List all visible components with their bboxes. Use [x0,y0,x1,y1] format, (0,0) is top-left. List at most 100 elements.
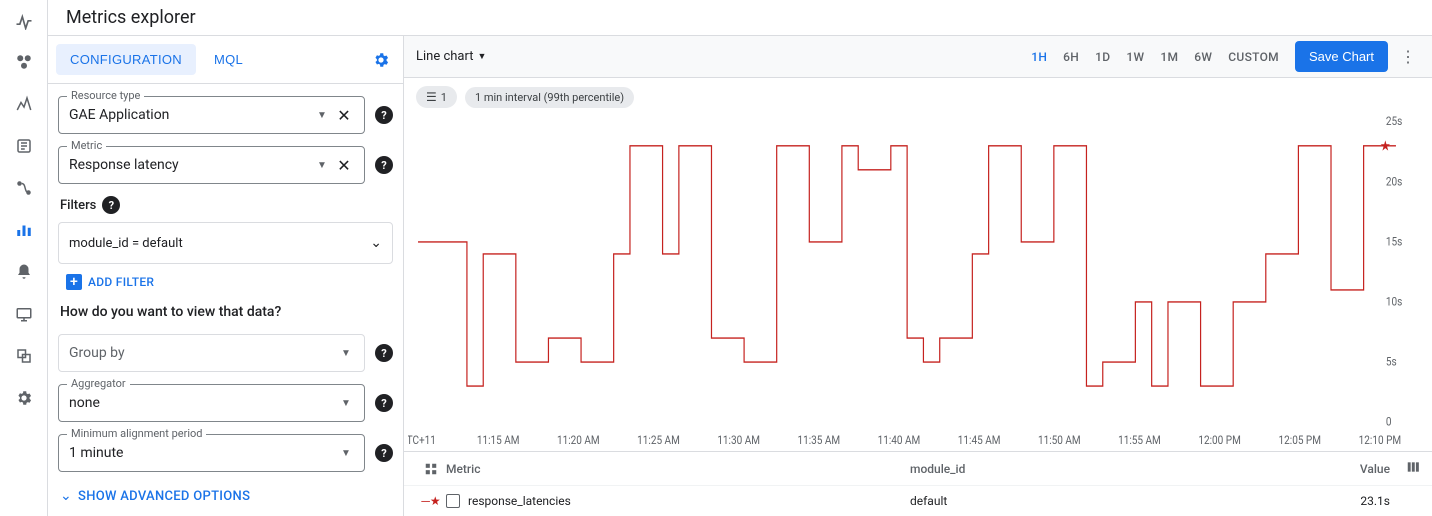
more-menu-icon[interactable]: ⋮ [1396,47,1420,66]
group-by-select[interactable]: Group by ▼ [58,334,365,372]
legend-row-value: 23.1s [1330,494,1390,508]
view-question: How do you want to view that data? [60,304,393,320]
nav-uptime-icon[interactable] [12,302,36,326]
caret-down-icon: ▼ [336,348,356,359]
aggregator-select[interactable]: Aggregator none ▼ [58,384,365,422]
time-range-custom[interactable]: CUSTOM [1220,44,1287,70]
svg-text:12:00 PM: 12:00 PM [1198,433,1240,447]
tab-mql[interactable]: MQL [200,44,257,75]
time-range-1d[interactable]: 1D [1087,44,1118,70]
time-range-1m[interactable]: 1M [1152,44,1186,70]
svg-text:12:05 PM: 12:05 PM [1279,433,1321,447]
filter-text: module_id = default [69,236,183,251]
help-icon[interactable]: ? [102,196,120,214]
alignment-select[interactable]: Minimum alignment period 1 minute ▼ [58,434,365,472]
page-title: Metrics explorer [48,0,1432,36]
filter-count-chip[interactable]: ☰ 1 [416,86,457,108]
svg-text:11:30 AM: 11:30 AM [717,433,760,447]
nav-dashboards-icon[interactable] [12,92,36,116]
chart-plot: 0 5s 10s 15s 20s 25s UTC+11 11:15 AM 11:20 AM 11:… [408,116,1420,451]
legend-row[interactable]: ─★ response_latencies default 23.1s [404,485,1432,516]
nav-services-icon[interactable] [12,134,36,158]
svg-text:UTC+11: UTC+11 [408,433,436,447]
save-chart-button[interactable]: Save Chart [1295,41,1388,72]
help-icon[interactable]: ? [375,156,393,174]
time-range-1w[interactable]: 1W [1118,44,1152,70]
svg-text:0: 0 [1386,415,1392,429]
svg-text:11:50 AM: 11:50 AM [1038,433,1081,447]
metric-value: Response latency [69,157,312,173]
group-by-label: Group by [69,345,336,361]
nav-overview-icon[interactable] [12,50,36,74]
metric-select[interactable]: Metric Response latency ▼ ✕ [58,146,365,184]
alignment-label: Minimum alignment period [67,427,206,440]
time-range-6w[interactable]: 6W [1186,44,1220,70]
chart-area: Line chart ▼ 1H6H1D1W1M6WCUSTOM Save Cha… [404,36,1432,516]
svg-text:20s: 20s [1386,175,1403,189]
svg-text:11:45 AM: 11:45 AM [958,433,1001,447]
svg-text:11:15 AM: 11:15 AM [477,433,520,447]
svg-text:11:25 AM: 11:25 AM [637,433,680,447]
caret-down-icon: ▼ [312,110,332,121]
legend-header-value[interactable]: Value [1330,462,1390,476]
svg-text:11:20 AM: 11:20 AM [557,433,600,447]
svg-text:25s: 25s [1386,116,1403,128]
svg-text:11:55 AM: 11:55 AM [1118,433,1161,447]
nav-settings-icon[interactable] [12,386,36,410]
nav-alerting-icon[interactable] [12,260,36,284]
columns-icon[interactable] [1390,460,1420,477]
svg-text:5s: 5s [1386,355,1397,369]
add-filter-button[interactable]: + ADD FILTER [66,274,393,290]
filters-label: Filters ? [60,196,393,214]
svg-text:12:10 PM: 12:10 PM [1359,433,1401,447]
legend-row-module: default [910,494,1330,508]
resource-type-value: GAE Application [69,107,312,123]
config-settings-icon[interactable] [367,46,395,74]
chevron-down-icon: ⌄ [370,235,382,251]
nav-slo-icon[interactable] [12,176,36,200]
help-icon[interactable]: ? [375,106,393,124]
series-checkbox[interactable] [446,494,460,508]
legend-table: Metric module_id Value ─★ response_laten… [404,451,1432,516]
legend-header-metric[interactable]: Metric [446,462,910,476]
legend-row-metric: response_latencies [468,494,910,508]
metric-label: Metric [67,139,106,152]
show-advanced-button[interactable]: ⌄ SHOW ADVANCED OPTIONS [60,488,393,504]
svg-text:★: ★ [1380,139,1391,155]
help-icon[interactable]: ? [375,444,393,462]
config-panel: CONFIGURATION MQL Resource type GAE Appl… [48,36,404,516]
plus-icon: + [66,274,82,290]
clear-resource-icon[interactable]: ✕ [332,106,356,125]
time-range-1h[interactable]: 1H [1023,44,1055,70]
funnel-icon: ☰ [426,90,437,104]
caret-down-icon: ▼ [336,448,356,459]
nav-monitoring-icon[interactable] [12,8,36,32]
series-marker-icon: ─★ [416,494,446,508]
aggregator-value: none [69,395,336,411]
svg-text:10s: 10s [1386,295,1403,309]
svg-text:11:35 AM: 11:35 AM [797,433,840,447]
svg-text:11:40 AM: 11:40 AM [878,433,921,447]
filter-item[interactable]: module_id = default ⌄ [58,222,393,264]
metric-header-icon [416,462,446,476]
legend-header-module[interactable]: module_id [910,462,1330,476]
caret-down-icon: ▼ [477,51,486,62]
time-range-6h[interactable]: 6H [1055,44,1087,70]
help-icon[interactable]: ? [375,394,393,412]
chevron-down-icon: ⌄ [60,488,72,504]
clear-metric-icon[interactable]: ✕ [332,156,356,175]
chart-type-select[interactable]: Line chart ▼ [416,49,486,64]
svg-text:15s: 15s [1386,235,1403,249]
resource-type-select[interactable]: Resource type GAE Application ▼ ✕ [58,96,365,134]
side-nav [0,0,48,516]
alignment-value: 1 minute [69,445,336,461]
nav-groups-icon[interactable] [12,344,36,368]
interval-chip[interactable]: 1 min interval (99th percentile) [465,87,634,108]
resource-type-label: Resource type [67,89,144,102]
caret-down-icon: ▼ [312,160,332,171]
nav-metrics-icon[interactable] [12,218,36,242]
help-icon[interactable]: ? [375,344,393,362]
tab-configuration[interactable]: CONFIGURATION [56,44,196,75]
aggregator-label: Aggregator [67,377,130,390]
caret-down-icon: ▼ [336,398,356,409]
